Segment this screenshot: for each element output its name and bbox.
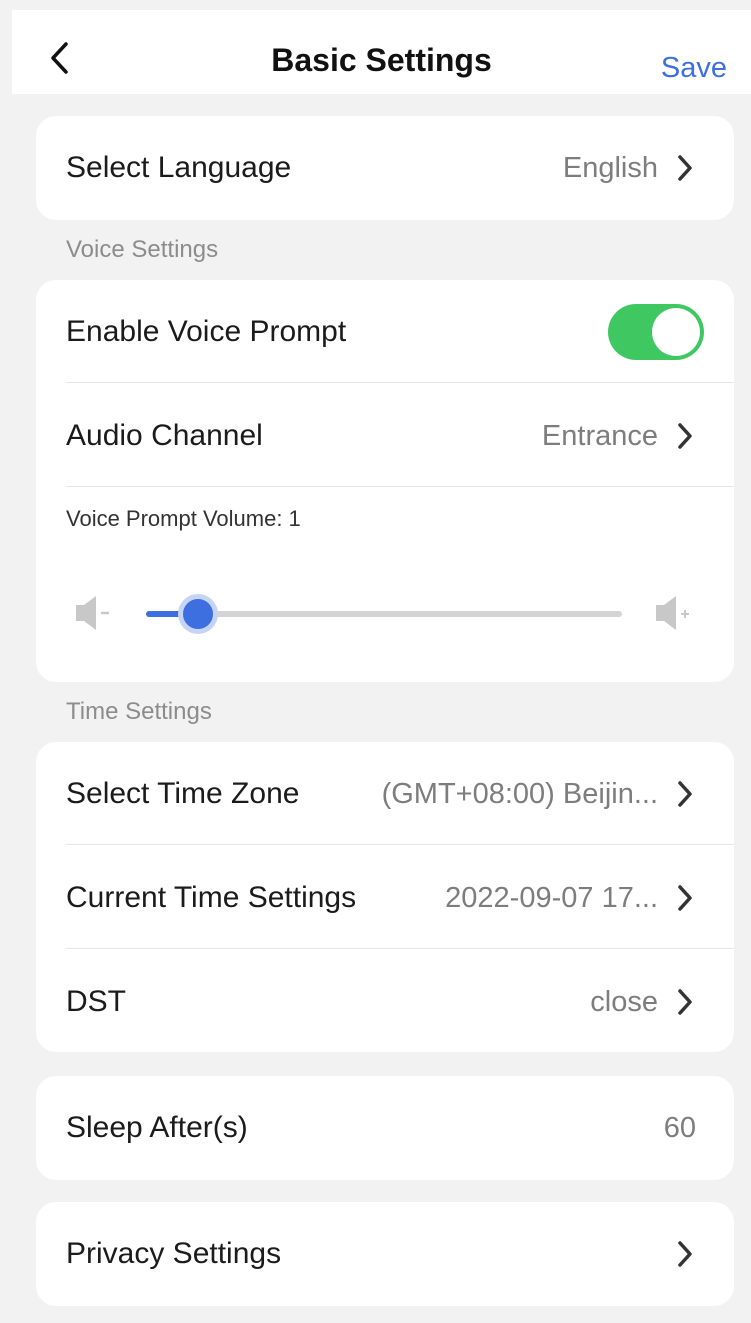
dst-row[interactable]: DST close [36, 950, 734, 1054]
chevron-right-icon [678, 989, 692, 1015]
select-language-label: Select Language [66, 151, 292, 184]
speaker-minus-icon[interactable] [72, 593, 112, 633]
time-settings-section-title: Time Settings [66, 698, 212, 725]
chevron-right-icon [678, 1241, 692, 1267]
sleep-card: Sleep After(s) 60 [36, 1076, 734, 1180]
privacy-settings-row[interactable]: Privacy Settings [36, 1202, 734, 1306]
dst-value: close [590, 985, 658, 1018]
divider [66, 382, 734, 383]
divider [66, 948, 734, 949]
voice-prompt-toggle[interactable] [608, 304, 704, 360]
audio-channel-value: Entrance [541, 419, 658, 452]
time-settings-card: Select Time Zone (GMT+08:00) Beijin... C… [36, 742, 734, 1052]
privacy-settings-label: Privacy Settings [66, 1237, 282, 1270]
audio-channel-row[interactable]: Audio Channel Entrance [36, 384, 734, 488]
voice-settings-card: Enable Voice Prompt Audio Channel Entran… [36, 280, 734, 682]
chevron-right-icon [678, 781, 692, 807]
chevron-right-icon [678, 423, 692, 449]
language-value: English [562, 151, 658, 184]
chevron-right-icon [678, 155, 692, 181]
volume-slider[interactable] [146, 594, 622, 634]
select-language-row[interactable]: Select Language English [36, 116, 734, 220]
top-bar: Basic Settings Save [12, 10, 751, 94]
enable-voice-prompt-label: Enable Voice Prompt [66, 315, 347, 348]
chevron-right-icon [678, 885, 692, 911]
select-time-zone-row[interactable]: Select Time Zone (GMT+08:00) Beijin... [36, 742, 734, 846]
sleep-after-label: Sleep After(s) [66, 1111, 248, 1144]
save-button[interactable]: Save [661, 52, 727, 85]
language-card: Select Language English [36, 116, 734, 220]
sleep-after-value[interactable]: 60 [664, 1112, 696, 1145]
voice-prompt-volume-label: Voice Prompt Volume: 1 [66, 506, 301, 531]
divider [66, 486, 734, 487]
time-zone-value: (GMT+08:00) Beijin... [381, 777, 658, 810]
dst-label: DST [66, 985, 126, 1018]
audio-channel-label: Audio Channel [66, 419, 263, 452]
sleep-after-row[interactable]: Sleep After(s) 60 [36, 1076, 734, 1180]
voice-settings-section-title: Voice Settings [66, 236, 219, 263]
enable-voice-prompt-row: Enable Voice Prompt [36, 280, 734, 384]
toggle-knob [652, 308, 700, 356]
volume-slider-thumb[interactable] [178, 594, 219, 634]
current-time-settings-label: Current Time Settings [66, 881, 357, 914]
current-time-value: 2022-09-07 17... [445, 881, 658, 914]
speaker-plus-icon[interactable] [654, 593, 694, 633]
divider [66, 844, 734, 845]
privacy-card: Privacy Settings [36, 1202, 734, 1306]
select-time-zone-label: Select Time Zone [66, 777, 300, 810]
current-time-settings-row[interactable]: Current Time Settings 2022-09-07 17... [36, 846, 734, 950]
page-title: Basic Settings [271, 42, 492, 78]
